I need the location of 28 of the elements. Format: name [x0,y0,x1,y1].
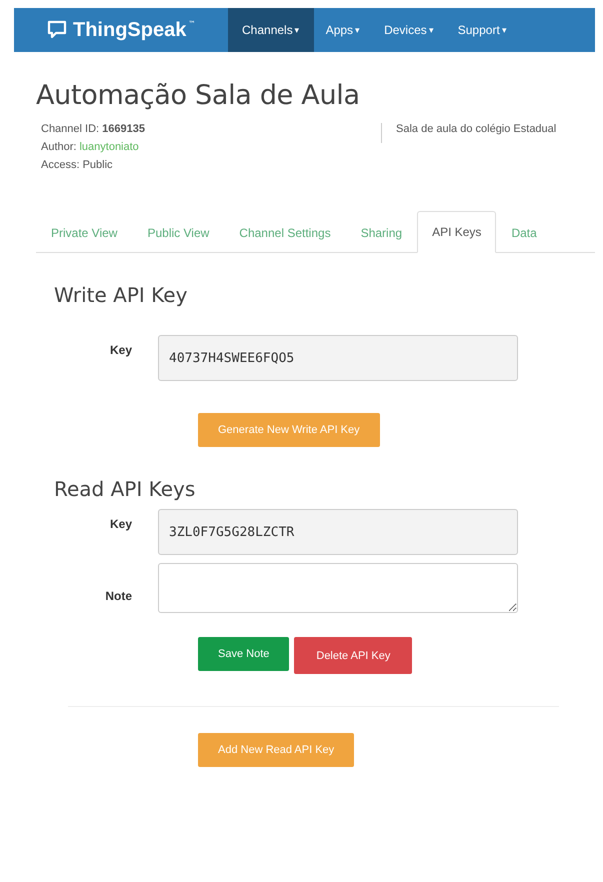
section-heading: Write API Key [54,283,188,307]
author-label: Author: [41,141,76,153]
tab[interactable]: Public View [132,211,224,253]
access-text: Access: Public [41,159,114,171]
field-label: Note [104,588,133,605]
tab[interactable]: Data [496,211,552,253]
channel-title: Automação Sala de Aula [36,80,361,111]
delete-key-button[interactable]: Delete API Key [294,637,412,674]
channel-description: Sala de aula do colégio Estadual [381,123,556,143]
tab[interactable]: Sharing [346,211,418,253]
nav-menu[interactable]: Channels ▾ [228,8,314,52]
channel-id: Channel ID: 1669135 [41,123,146,135]
section-heading: Read API Keys [54,477,196,501]
save-note-button[interactable]: Save Note [198,637,290,671]
key-field[interactable]: 3ZL0F7G5G28LZCTR [158,509,518,555]
nav-menu[interactable]: Devices ▾ [372,8,446,52]
tab[interactable]: API Keys [417,211,496,253]
brand-name[interactable]: ThingSpeak [73,18,186,42]
key-field[interactable]: 40737H4SWEE6FQO5 [158,335,518,381]
tab[interactable]: Channel Settings [224,211,346,253]
nav-menu[interactable]: Support ▾ [446,8,519,52]
nav-menu[interactable]: Apps ▾ [314,8,372,52]
author-link[interactable]: luanytoniato [79,141,139,153]
note-field[interactable] [158,563,518,613]
field-label: Key [108,516,133,533]
tab[interactable]: Private View [36,211,132,253]
field-label: Key [108,342,133,359]
chat-bubble-icon [47,20,67,40]
